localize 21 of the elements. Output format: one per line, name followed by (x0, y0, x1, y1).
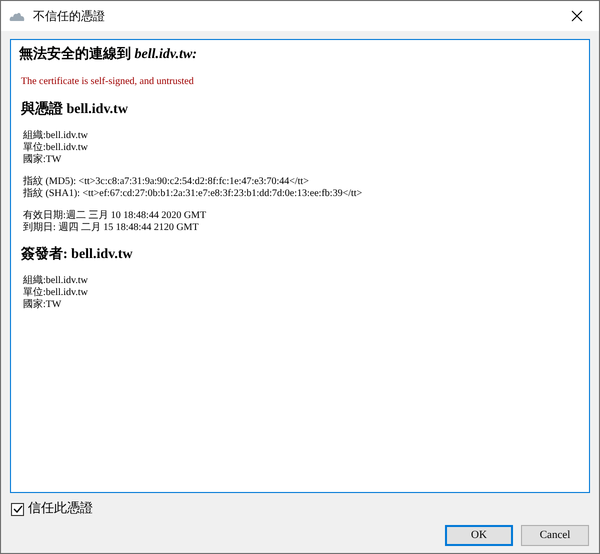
detail-line: 國家:TW (23, 299, 62, 311)
detail-line: 單位:bell.idv.tw (23, 142, 89, 154)
checkbox-label: 信任此憑證 (28, 500, 93, 518)
trust-checkbox[interactable] (11, 502, 24, 516)
detail-line: 指紋 (SHA1): <tt>ef:67:cd:27:0b:b1:2a:31:e7:e8:3f:23:b1:dd:7d:0e:13:ee:fb:39</tt> (23, 188, 364, 200)
detail-line: 組織:bell.idv.tw (23, 275, 89, 287)
detail-line: 有效日期:週二 三月 10 18:48:44 2020 GMT (23, 210, 208, 222)
window-title: 不信任的憑證 (33, 8, 105, 25)
detail-line: 組織:bell.idv.tw (23, 130, 89, 142)
dialog-button[interactable]: OK (445, 525, 513, 546)
dialog-button[interactable]: Cancel (521, 525, 589, 546)
cloud-icon (9, 11, 25, 21)
close-icon[interactable] (571, 10, 583, 22)
detail-line: 指紋 (MD5): <tt>3c:c8:a7:31:9a:90:c2:54:d2:8f:fc:1e:47:e3:70:44</tt> (23, 176, 310, 188)
section-heading: 簽發者: bell.idv.tw (21, 245, 134, 264)
section-heading: 與憑證 bell.idv.tw (21, 100, 129, 119)
error-message: The certificate is self-signed, and untrusted (21, 75, 195, 89)
detail-line: 到期日: 週四 二月 15 18:48:44 2120 GMT (23, 222, 200, 234)
page-heading: 無法安全的連線到 bell.idv.tw: (19, 44, 198, 64)
detail-line: 單位:bell.idv.tw (23, 287, 89, 298)
detail-line: 國家:TW (23, 154, 62, 166)
